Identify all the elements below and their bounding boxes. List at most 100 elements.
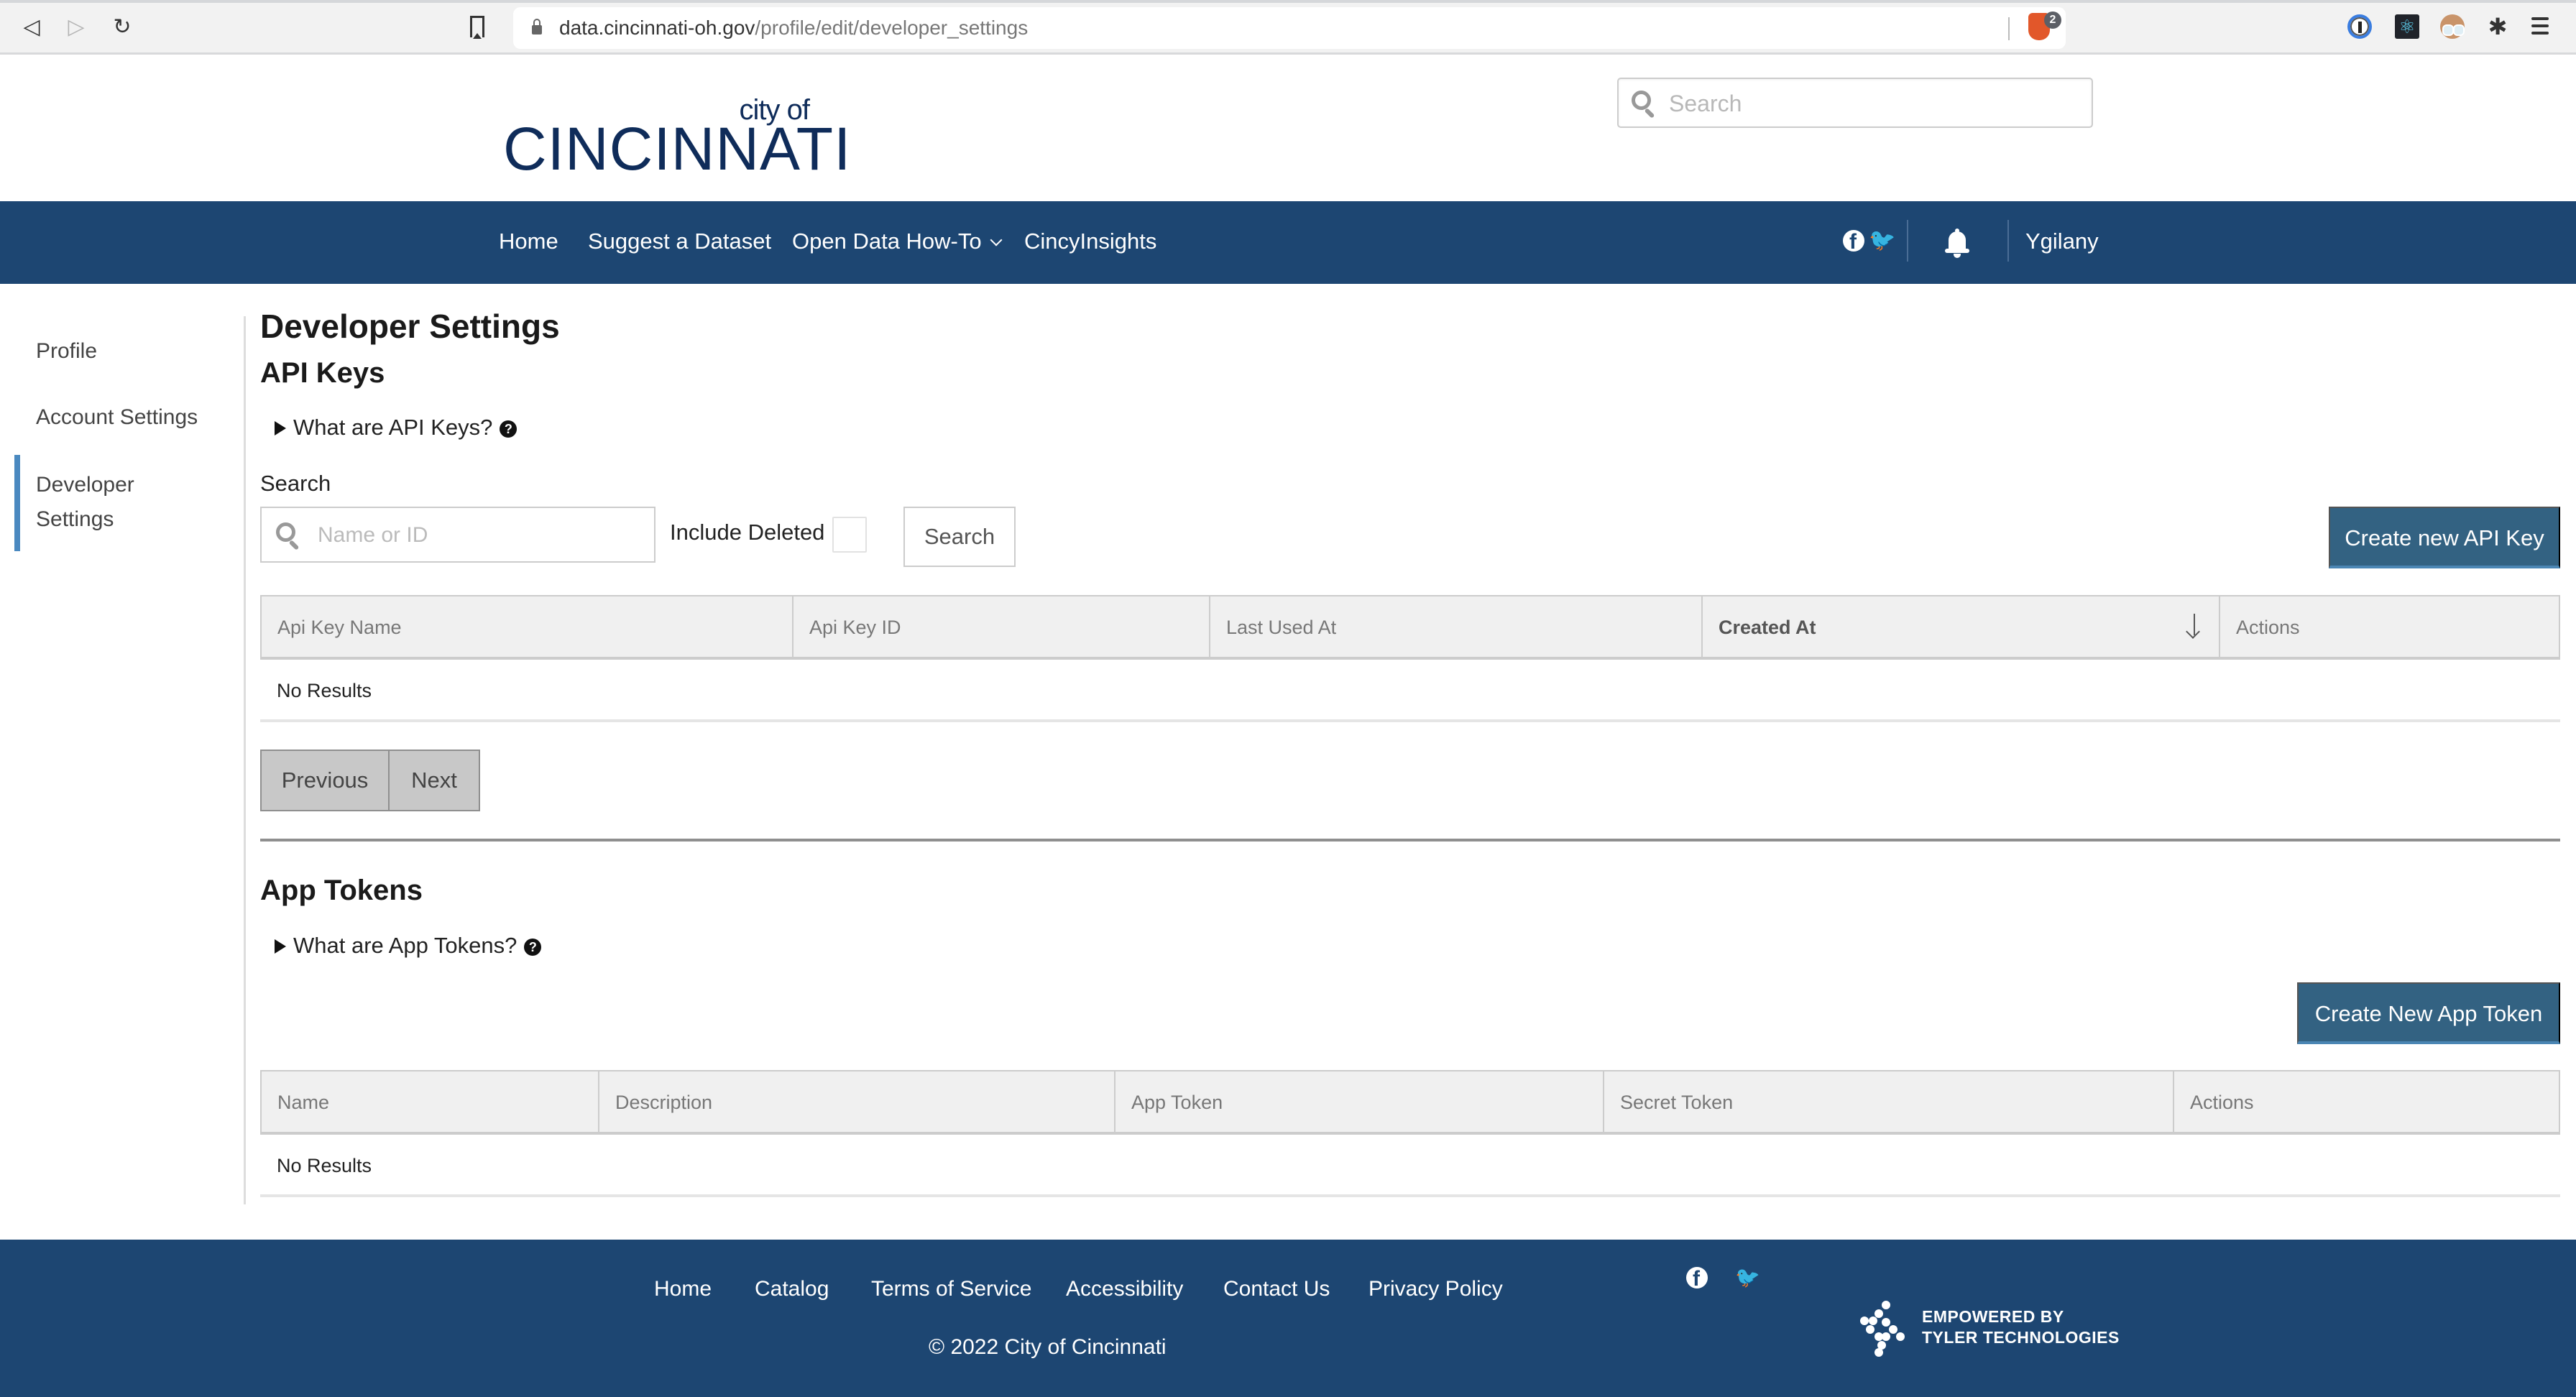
sidebar-divider (244, 316, 246, 1204)
chevron-down-icon (990, 234, 1003, 246)
tab-strip (0, 0, 2576, 3)
app-tokens-table: Name Description App Token Secret Token … (260, 1070, 2560, 1197)
nav-cincyinsights[interactable]: CincyInsights (1024, 229, 1156, 254)
column-header-api-key-name[interactable]: Api Key Name (262, 596, 794, 657)
api-keys-pagination: Previous Next (260, 750, 480, 811)
api-keys-heading: API Keys (260, 357, 385, 389)
sidebar-item-label: Settings (36, 507, 114, 531)
page-title: Developer Settings (260, 308, 560, 345)
api-key-search-input[interactable] (318, 518, 641, 553)
help-icon: ? (524, 939, 542, 956)
browser-toolbar: ◁ ▷ ↻ data.cincinnati-oh.gov/profile/edi… (0, 0, 2576, 55)
api-keys-table: Api Key Name Api Key ID Last Used At Cre… (260, 595, 2560, 722)
api-key-search-box[interactable] (260, 507, 656, 563)
nav-open-data-how-to-label: Open Data How-To (792, 229, 982, 254)
back-icon[interactable]: ◁ (17, 13, 46, 42)
nav-open-data-how-to[interactable]: Open Data How-To (792, 229, 1003, 254)
1password-icon[interactable] (2347, 14, 2372, 39)
footer-link-home[interactable]: Home (654, 1277, 712, 1301)
column-header-app-token[interactable]: App Token (1116, 1071, 1604, 1132)
tyler-text: EMPOWERED BY TYLER TECHNOLOGIES (1922, 1306, 2120, 1348)
city-logo[interactable]: city of CINCINNATI (503, 94, 850, 179)
site-header: city of CINCINNATI (0, 57, 2576, 201)
tyler-dots-icon (1860, 1301, 1910, 1357)
powered-by-line1: EMPOWERED BY (1922, 1307, 2064, 1326)
column-header-actions: Actions (2190, 1092, 2254, 1113)
include-deleted-checkbox[interactable] (832, 517, 867, 553)
column-header-secret-token[interactable]: Secret Token (1604, 1071, 2174, 1132)
nav-divider (1907, 220, 1908, 262)
tyler-technologies-logo[interactable]: EMPOWERED BY TYLER TECHNOLOGIES (1860, 1301, 2119, 1358)
previous-page-button[interactable]: Previous (260, 750, 390, 811)
site-search-input[interactable] (1669, 86, 2079, 121)
brave-badge: 2 (2044, 11, 2061, 29)
api-keys-search-label: Search (260, 471, 331, 496)
lock-icon (532, 19, 542, 34)
site-footer: Home Catalog Terms of Service Accessibil… (0, 1240, 2576, 1397)
address-bar[interactable]: data.cincinnati-oh.gov/profile/edit/deve… (513, 7, 2066, 49)
twitter-icon[interactable]: 🐦 (1735, 1267, 1760, 1288)
footer-link-accessibility[interactable]: Accessibility (1066, 1277, 1183, 1301)
api-keys-table-header: Api Key Name Api Key ID Last Used At Cre… (260, 595, 2560, 660)
column-header-description[interactable]: Description (599, 1071, 1116, 1132)
search-icon (276, 522, 302, 550)
url-path: /profile/edit/developer_settings (755, 17, 1029, 39)
sidebar-active-indicator (14, 455, 20, 551)
column-header-api-key-id[interactable]: Api Key ID (794, 596, 1210, 657)
footer-link-terms-of-service[interactable]: Terms of Service (871, 1277, 1031, 1301)
profile-sidebar: Profile Account Settings Developer Setti… (0, 284, 244, 1204)
app-tokens-table-header: Name Description App Token Secret Token … (260, 1070, 2560, 1135)
user-menu[interactable]: Ygilany (2025, 229, 2099, 254)
api-key-search-button[interactable]: Search (903, 507, 1016, 567)
app-tokens-help-toggle[interactable]: What are App Tokens?? (275, 933, 542, 959)
section-divider (260, 839, 2560, 842)
forward-icon[interactable]: ▷ (62, 13, 91, 42)
site-search-box[interactable] (1617, 78, 2093, 128)
twitter-icon[interactable]: 🐦 (1869, 230, 1895, 252)
app-tokens-help-label: What are App Tokens? (293, 933, 518, 958)
footer-link-catalog[interactable]: Catalog (755, 1277, 829, 1301)
menu-icon[interactable] (2531, 14, 2549, 39)
nav-suggest-dataset[interactable]: Suggest a Dataset (588, 229, 771, 254)
nav-divider (2007, 220, 2009, 262)
facebook-icon[interactable]: f (1843, 230, 1864, 252)
bookmark-icon[interactable] (470, 16, 484, 39)
sidebar-item-developer-settings[interactable]: Developer Settings (36, 468, 134, 537)
extensions-puzzle-icon[interactable]: ✱ (2485, 14, 2510, 39)
column-header-label: Created At (1719, 617, 1816, 638)
footer-copyright: © 2022 City of Cincinnati (929, 1335, 1167, 1359)
sidebar-item-label: Developer (36, 473, 134, 497)
footer-link-contact-us[interactable]: Contact Us (1223, 1277, 1330, 1301)
column-header-created-at[interactable]: Created At (1703, 596, 2220, 657)
disclosure-triangle-icon (275, 421, 286, 435)
url-host: data.cincinnati-oh.gov (559, 17, 755, 39)
sidebar-item-account-settings[interactable]: Account Settings (36, 400, 198, 435)
avatar-extension-icon[interactable] (2440, 14, 2465, 39)
app-tokens-heading: App Tokens (260, 875, 423, 906)
include-deleted-label: Include Deleted (670, 520, 825, 545)
main-nav: Home Suggest a Dataset Open Data How-To … (0, 201, 2576, 284)
create-api-key-button[interactable]: Create new API Key (2329, 507, 2560, 568)
notifications-bell-icon[interactable] (1945, 229, 1969, 259)
next-page-button[interactable]: Next (390, 750, 480, 811)
url-divider (2008, 17, 2010, 40)
facebook-icon[interactable]: f (1686, 1267, 1708, 1288)
column-header-last-used-at[interactable]: Last Used At (1210, 596, 1703, 657)
brave-shield-icon[interactable]: 2 (2028, 11, 2061, 42)
help-icon: ? (500, 420, 518, 438)
footer-link-privacy-policy[interactable]: Privacy Policy (1368, 1277, 1503, 1301)
api-keys-empty-row: No Results (260, 660, 2560, 722)
reload-icon[interactable]: ↻ (108, 13, 137, 42)
sidebar-item-profile[interactable]: Profile (36, 334, 97, 369)
column-header-name[interactable]: Name (262, 1071, 599, 1132)
column-header-actions: Actions (2236, 617, 2300, 638)
api-keys-help-label: What are API Keys? (293, 415, 493, 440)
url-text: data.cincinnati-oh.gov/profile/edit/deve… (559, 17, 1028, 40)
disclosure-triangle-icon (275, 939, 286, 954)
react-devtools-icon[interactable]: ⚛ (2395, 14, 2419, 39)
api-keys-help-toggle[interactable]: What are API Keys?? (275, 415, 518, 441)
search-icon (1632, 91, 1657, 119)
sort-descending-icon[interactable] (2186, 611, 2203, 640)
create-app-token-button[interactable]: Create New App Token (2297, 982, 2560, 1044)
nav-home[interactable]: Home (499, 229, 558, 254)
